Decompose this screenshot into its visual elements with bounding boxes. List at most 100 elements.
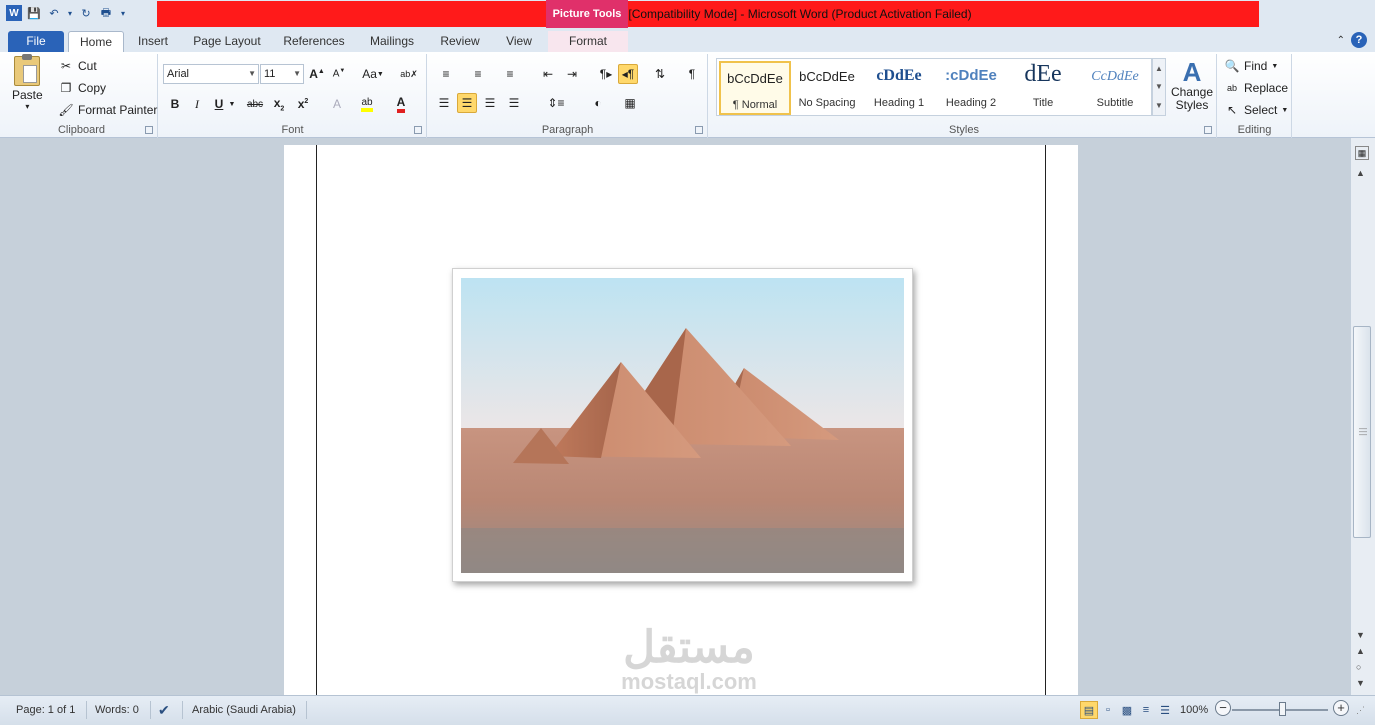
find-button[interactable]: 🔍 Find ▼ [1224, 58, 1279, 74]
grow-font-button[interactable]: A▲ [307, 64, 327, 84]
strikethrough-button[interactable]: abc [245, 94, 265, 114]
font-size-combo[interactable]: 11 ▼ [260, 64, 304, 84]
minimize-ribbon-icon[interactable]: ⌃ [1337, 35, 1345, 46]
increase-indent-button[interactable]: ⇥ [562, 64, 582, 84]
proofing-icon[interactable]: ✔ [158, 701, 170, 719]
tab-file[interactable]: File [8, 31, 64, 52]
chevron-up-icon[interactable]: ▲ [1155, 64, 1163, 73]
help-icon[interactable]: ? [1351, 32, 1367, 48]
page-count[interactable]: Page: 1 of 1 [16, 701, 75, 719]
bullets-button[interactable]: ≡ [436, 64, 456, 84]
zoom-in-icon[interactable]: + [1333, 700, 1349, 716]
style-heading-1[interactable]: cDdEe Heading 1 [863, 61, 935, 115]
print-preview-icon[interactable]: 🖶 [98, 5, 114, 21]
style-no-spacing[interactable]: bCcDdEe No Spacing [791, 61, 863, 115]
tab-review[interactable]: Review [434, 31, 486, 52]
word-logo-icon[interactable]: W [6, 5, 22, 21]
format-painter-button[interactable]: 🖌 Format Painter [58, 102, 157, 118]
redo-icon[interactable]: ↻ [78, 5, 94, 21]
undo-dropdown-icon[interactable]: ▾ [66, 5, 74, 21]
align-center-button[interactable]: ☰ [457, 93, 477, 113]
save-icon[interactable]: 💾 [26, 5, 42, 21]
print-layout-view-icon[interactable]: ▤ [1080, 701, 1098, 719]
right-to-left-button[interactable]: ◂¶ [618, 64, 638, 84]
shrink-font-button[interactable]: A▼ [329, 64, 349, 84]
highlight-button[interactable]: ab [357, 94, 377, 114]
clipboard-dialog-launcher[interactable] [145, 126, 153, 134]
scrollbar-thumb[interactable]: — — — [1353, 326, 1371, 538]
tab-mailings[interactable]: Mailings [362, 31, 422, 52]
shading-button[interactable]: ◐ [588, 93, 608, 113]
more-icon[interactable]: ▼ [1155, 101, 1163, 110]
document-page[interactable]: مستقل mostaql.com [284, 145, 1078, 695]
styles-dialog-launcher[interactable] [1204, 126, 1212, 134]
scroll-up-icon[interactable]: ▲ [1356, 168, 1365, 178]
undo-icon[interactable]: ↶ [46, 5, 62, 21]
decrease-indent-button[interactable]: ⇤ [538, 64, 558, 84]
justify-button[interactable]: ☰ [504, 93, 524, 113]
font-color-button[interactable]: A [391, 94, 411, 114]
font-dialog-launcher[interactable] [414, 126, 422, 134]
numbering-button[interactable]: ≡ [468, 64, 488, 84]
paragraph-dialog-launcher[interactable] [695, 126, 703, 134]
outline-view-icon[interactable]: ≡ [1137, 701, 1155, 719]
tab-view[interactable]: View [498, 31, 540, 52]
align-left-button[interactable]: ☰ [434, 93, 454, 113]
sort-icon: ⇅ [654, 67, 666, 81]
styles-gallery-scroll[interactable]: ▲ ▼ ▼ [1152, 58, 1166, 116]
clear-formatting-button[interactable]: ab✗ [399, 64, 419, 84]
customize-qat-icon[interactable]: ▾ [118, 5, 128, 21]
borders-button[interactable]: ▦ [620, 93, 640, 113]
bold-button[interactable]: B [165, 94, 185, 114]
sort-button[interactable]: ⇅ [650, 64, 670, 84]
view-ruler-icon[interactable]: ▦ [1355, 146, 1369, 160]
underline-button[interactable]: U [209, 94, 229, 114]
tab-references[interactable]: References [278, 31, 350, 52]
cut-button[interactable]: ✂ Cut [58, 58, 97, 74]
copy-button[interactable]: ❐ Copy [58, 80, 106, 96]
style-title[interactable]: dEe Title [1007, 61, 1079, 115]
chevron-down-icon[interactable]: ▼ [1155, 82, 1163, 91]
italic-button[interactable]: I [187, 94, 207, 114]
zoom-level[interactable]: 100% [1180, 701, 1208, 719]
style-subtitle[interactable]: CcDdEe Subtitle [1079, 61, 1151, 115]
style-heading-2[interactable]: :cDdEe Heading 2 [935, 61, 1007, 115]
replace-button[interactable]: ab Replace [1224, 80, 1288, 96]
tab-insert[interactable]: Insert [130, 31, 176, 52]
next-page-icon[interactable]: ▼ [1356, 678, 1365, 688]
tab-format[interactable]: Format [548, 31, 628, 52]
vertical-scrollbar[interactable]: ▦ ▲ — — — ▼ ▲ ○ ▼ [1350, 138, 1375, 695]
zoom-slider-thumb[interactable] [1279, 702, 1286, 716]
draft-view-icon[interactable]: ☰ [1156, 701, 1174, 719]
chevron-down-icon: ▼ [1281, 106, 1289, 114]
pyramids-picture[interactable] [461, 278, 904, 573]
language-indicator[interactable]: Arabic (Saudi Arabia) [192, 701, 296, 719]
style-normal[interactable]: bCcDdEe ¶ Normal [719, 61, 791, 115]
selected-picture[interactable] [452, 268, 913, 582]
multilevel-list-button[interactable]: ≡ [500, 64, 520, 84]
paste-button[interactable]: Paste ▾ [12, 54, 43, 111]
align-right-button[interactable]: ☰ [480, 93, 500, 113]
select-button[interactable]: ↖ Select ▼ [1224, 102, 1288, 118]
change-case-button[interactable]: Aa ▼ [359, 64, 387, 84]
font-name-combo[interactable]: Arial ▼ [163, 64, 259, 84]
word-count[interactable]: Words: 0 [95, 701, 139, 719]
web-layout-icon[interactable]: ▩ [1118, 701, 1136, 719]
full-screen-reading-icon[interactable]: ▫ [1099, 701, 1117, 719]
text-effects-button[interactable]: A [327, 94, 347, 114]
zoom-out-icon[interactable]: − [1215, 700, 1231, 716]
superscript-button[interactable]: x2 [293, 94, 313, 114]
change-styles-button[interactable]: A Change Styles [1170, 58, 1214, 112]
document-area[interactable]: مستقل mostaql.com [0, 138, 1350, 695]
browse-object-icon[interactable]: ○ [1356, 662, 1361, 672]
tab-home[interactable]: Home [68, 31, 124, 52]
line-spacing-button[interactable]: ⇕≡ [546, 93, 566, 113]
subscript-button[interactable]: x2 [269, 94, 289, 114]
previous-page-icon[interactable]: ▲ [1356, 646, 1365, 656]
tab-page-layout[interactable]: Page Layout [188, 31, 266, 52]
show-hide-marks-button[interactable]: ¶ [682, 64, 702, 84]
left-to-right-button[interactable]: ¶▸ [596, 64, 616, 84]
resize-grip-icon[interactable]: ⋰ [1356, 701, 1365, 719]
scroll-down-icon[interactable]: ▼ [1356, 630, 1365, 640]
underline-dropdown[interactable]: ▼ [227, 94, 237, 114]
